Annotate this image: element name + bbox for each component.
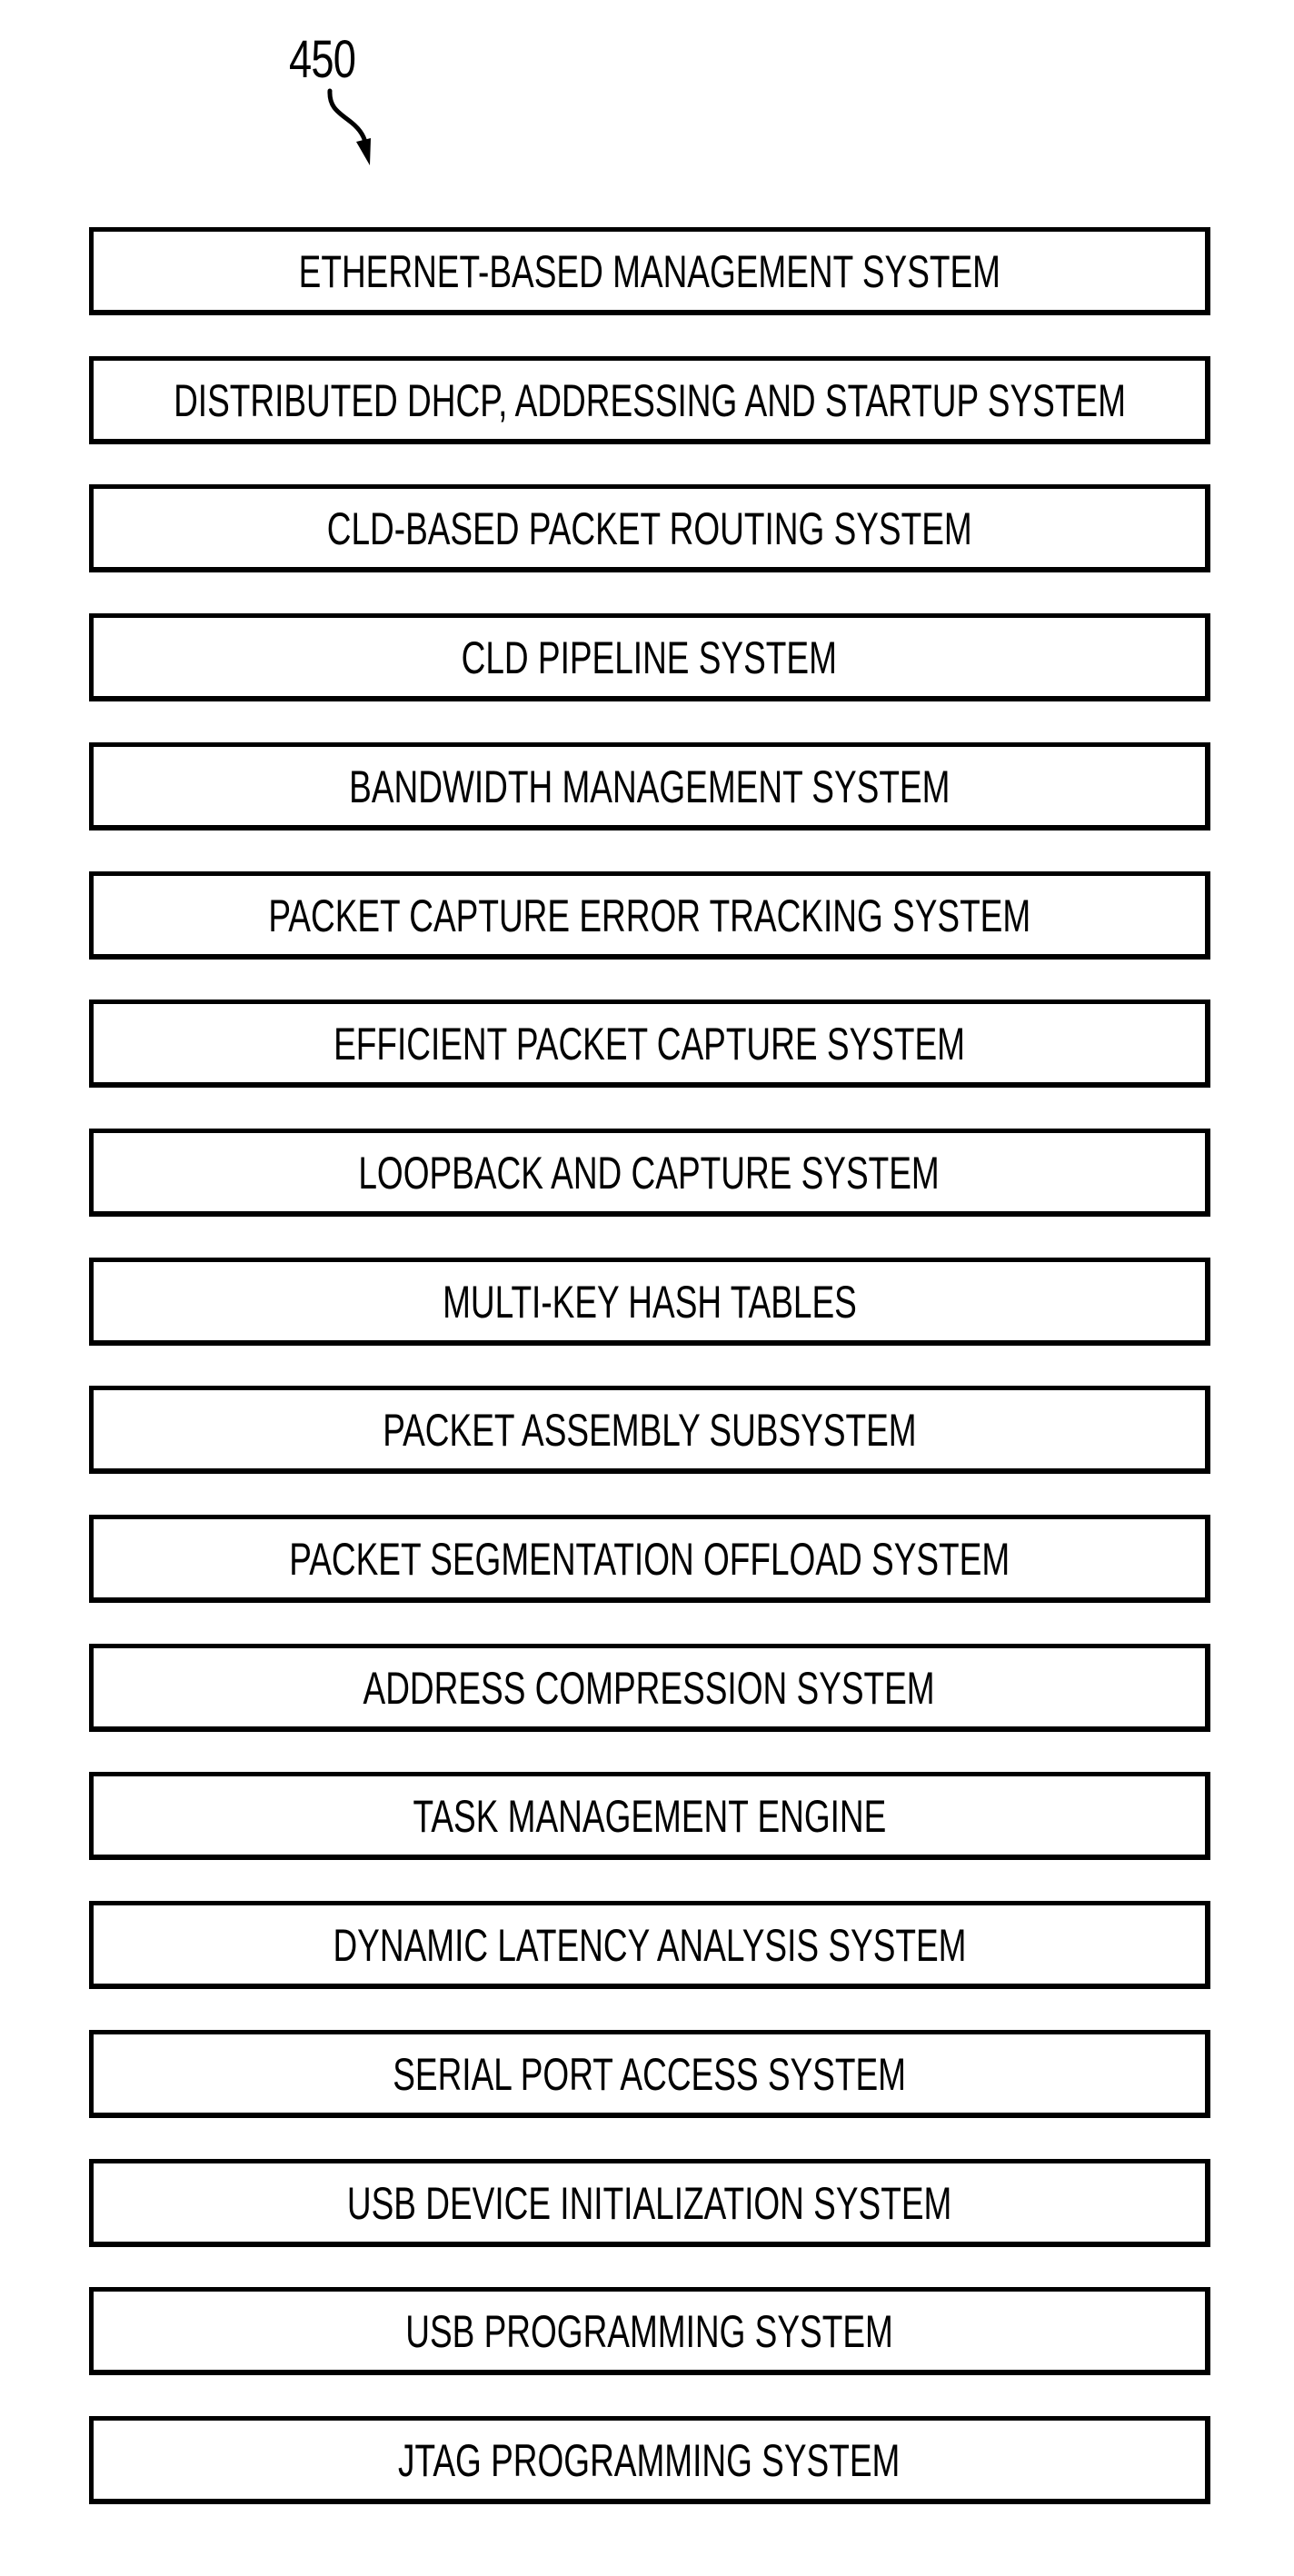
block-label: ETHERNET-BASED MANAGEMENT SYSTEM (298, 246, 1000, 297)
curved-leader-arrow-icon (327, 88, 371, 165)
block-usb-device-initialization-system: USB DEVICE INITIALIZATION SYSTEM (89, 2159, 1210, 2247)
block-address-compression-system: ADDRESS COMPRESSION SYSTEM (89, 1644, 1210, 1732)
block-distributed-dhcp-addressing-startup-system: DISTRIBUTED DHCP, ADDRESSING AND STARTUP… (89, 356, 1210, 444)
block-label: LOOPBACK AND CAPTURE SYSTEM (358, 1148, 941, 1198)
block-packet-segmentation-offload-system: PACKET SEGMENTATION OFFLOAD SYSTEM (89, 1515, 1210, 1603)
block-loopback-and-capture-system: LOOPBACK AND CAPTURE SYSTEM (89, 1129, 1210, 1217)
block-multi-key-hash-tables: MULTI-KEY HASH TABLES (89, 1258, 1210, 1346)
block-label: DYNAMIC LATENCY ANALYSIS SYSTEM (332, 1920, 967, 1971)
reference-numeral: 450 (289, 30, 356, 89)
block-serial-port-access-system: SERIAL PORT ACCESS SYSTEM (89, 2030, 1210, 2118)
block-efficient-packet-capture-system: EFFICIENT PACKET CAPTURE SYSTEM (89, 1000, 1210, 1088)
block-label: PACKET ASSEMBLY SUBSYSTEM (382, 1405, 917, 1456)
block-label: ADDRESS COMPRESSION SYSTEM (363, 1663, 936, 1714)
block-label: BANDWIDTH MANAGEMENT SYSTEM (348, 761, 951, 812)
block-label: DISTRIBUTED DHCP, ADDRESSING AND STARTUP… (173, 375, 1126, 426)
leader-arrow-shaft (327, 88, 369, 150)
block-task-management-engine: TASK MANAGEMENT ENGINE (89, 1772, 1210, 1860)
block-cld-pipeline-system: CLD PIPELINE SYSTEM (89, 613, 1210, 701)
block-label: SERIAL PORT ACCESS SYSTEM (393, 2049, 906, 2100)
block-label: CLD PIPELINE SYSTEM (461, 632, 838, 683)
block-label: USB DEVICE INITIALIZATION SYSTEM (346, 2178, 952, 2229)
block-bandwidth-management-system: BANDWIDTH MANAGEMENT SYSTEM (89, 742, 1210, 830)
block-label: USB PROGRAMMING SYSTEM (405, 2306, 893, 2357)
block-packet-capture-error-tracking-system: PACKET CAPTURE ERROR TRACKING SYSTEM (89, 871, 1210, 960)
block-ethernet-based-management-system: ETHERNET-BASED MANAGEMENT SYSTEM (89, 227, 1210, 315)
block-label: TASK MANAGEMENT ENGINE (413, 1791, 886, 1842)
block-jtag-programming-system: JTAG PROGRAMMING SYSTEM (89, 2416, 1210, 2504)
block-usb-programming-system: USB PROGRAMMING SYSTEM (89, 2287, 1210, 2375)
block-label: MULTI-KEY HASH TABLES (442, 1277, 857, 1328)
block-label: PACKET CAPTURE ERROR TRACKING SYSTEM (268, 890, 1030, 941)
block-dynamic-latency-analysis-system: DYNAMIC LATENCY ANALYSIS SYSTEM (89, 1901, 1210, 1989)
block-packet-assembly-subsystem: PACKET ASSEMBLY SUBSYSTEM (89, 1386, 1210, 1474)
block-label: JTAG PROGRAMMING SYSTEM (398, 2435, 901, 2486)
block-label: CLD-BASED PACKET ROUTING SYSTEM (326, 503, 972, 554)
leader-arrow-head (356, 138, 371, 165)
block-label: EFFICIENT PACKET CAPTURE SYSTEM (333, 1019, 965, 1069)
block-cld-based-packet-routing-system: CLD-BASED PACKET ROUTING SYSTEM (89, 484, 1210, 572)
block-label: PACKET SEGMENTATION OFFLOAD SYSTEM (289, 1534, 1010, 1585)
